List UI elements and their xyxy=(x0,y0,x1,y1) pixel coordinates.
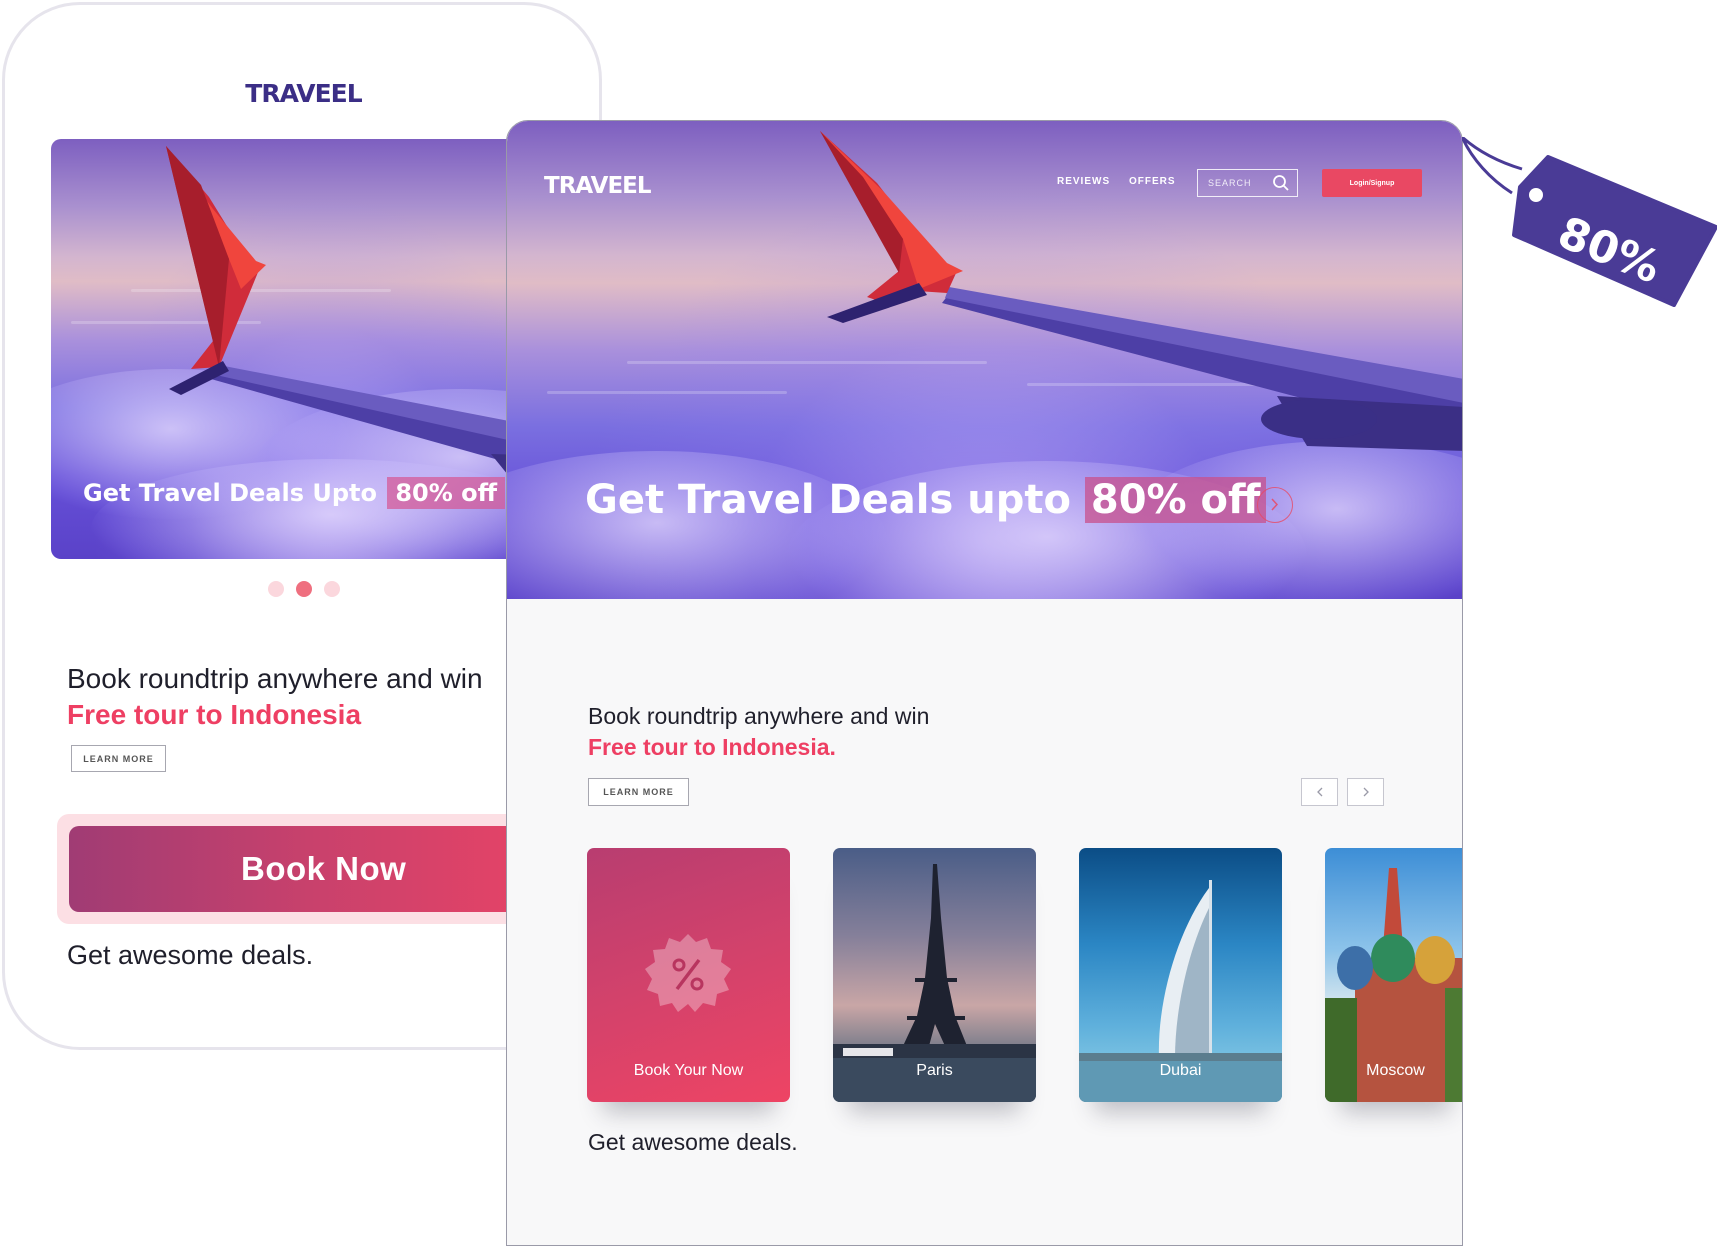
promo-line-1: Book roundtrip anywhere and win xyxy=(67,663,483,694)
carousel-next-button[interactable] xyxy=(1347,778,1384,806)
carousel-dot[interactable] xyxy=(324,581,340,597)
learn-more-button[interactable]: LEARN MORE xyxy=(71,745,166,772)
carousel-dots xyxy=(268,581,340,597)
carousel-dot-active[interactable] xyxy=(296,581,312,597)
hero-next-button[interactable] xyxy=(1257,487,1293,523)
hero-title-prefix: Get Travel Deals upto xyxy=(585,477,1071,523)
nav-offers[interactable]: OFFERS xyxy=(1129,176,1176,187)
card-label: Moscow xyxy=(1366,1062,1425,1079)
promo-line-2: Free tour to Indonesia xyxy=(67,699,362,730)
hero-title-highlight: 80% off xyxy=(1084,477,1267,523)
learn-more-button[interactable]: LEARN MORE xyxy=(588,778,689,806)
discount-price-tag: 80% xyxy=(1460,135,1717,312)
card-label: Book Your Now xyxy=(633,1062,744,1079)
promo-line-1: Book roundtrip anywhere and win xyxy=(588,703,930,729)
destination-card-paris[interactable]: Paris xyxy=(833,848,1036,1102)
search-input[interactable] xyxy=(1208,173,1274,193)
destination-card-moscow[interactable]: Moscow xyxy=(1325,848,1462,1102)
chevron-right-icon xyxy=(1363,787,1369,797)
promo-line-2: Free tour to Indonesia. xyxy=(588,734,836,760)
desktop-mockup: TRAVEEL REVIEWS OFFERS Login/Signup Get … xyxy=(506,120,1463,1246)
card-label: Paris xyxy=(916,1062,953,1079)
search-box[interactable] xyxy=(1197,169,1298,197)
mobile-hero-title: Get Travel Deals Upto 80% off xyxy=(83,477,506,509)
search-icon[interactable] xyxy=(1272,174,1290,197)
desktop-deals-text: Get awesome deals. xyxy=(588,1129,798,1155)
desktop-logo[interactable]: TRAVEEL xyxy=(544,173,652,199)
chevron-right-icon xyxy=(1271,498,1279,511)
nav-reviews[interactable]: REVIEWS xyxy=(1057,176,1110,187)
chevron-left-icon xyxy=(1316,787,1322,797)
desktop-hero-title: Get Travel Deals upto 80% off xyxy=(585,477,1267,523)
carousel-dot[interactable] xyxy=(268,581,284,597)
desktop-promo-text: Book roundtrip anywhere and win Free tou… xyxy=(588,703,929,761)
mobile-promo-text: Book roundtrip anywhere and win Free tou… xyxy=(67,663,483,731)
card-label: Dubai xyxy=(1159,1062,1202,1079)
hero-title-highlight: 80% off xyxy=(387,477,506,509)
mobile-deals-text: Get awesome deals. xyxy=(67,940,314,970)
mobile-logo[interactable]: TRAVEEL xyxy=(5,79,602,108)
book-now-card[interactable]: Book Your Now xyxy=(587,848,790,1102)
carousel-prev-button[interactable] xyxy=(1301,778,1338,806)
login-signup-button[interactable]: Login/Signup xyxy=(1322,169,1422,197)
percent-badge-icon xyxy=(645,934,731,1012)
destination-card-dubai[interactable]: Dubai xyxy=(1079,848,1282,1102)
hero-title-prefix: Get Travel Deals Upto xyxy=(83,479,377,507)
